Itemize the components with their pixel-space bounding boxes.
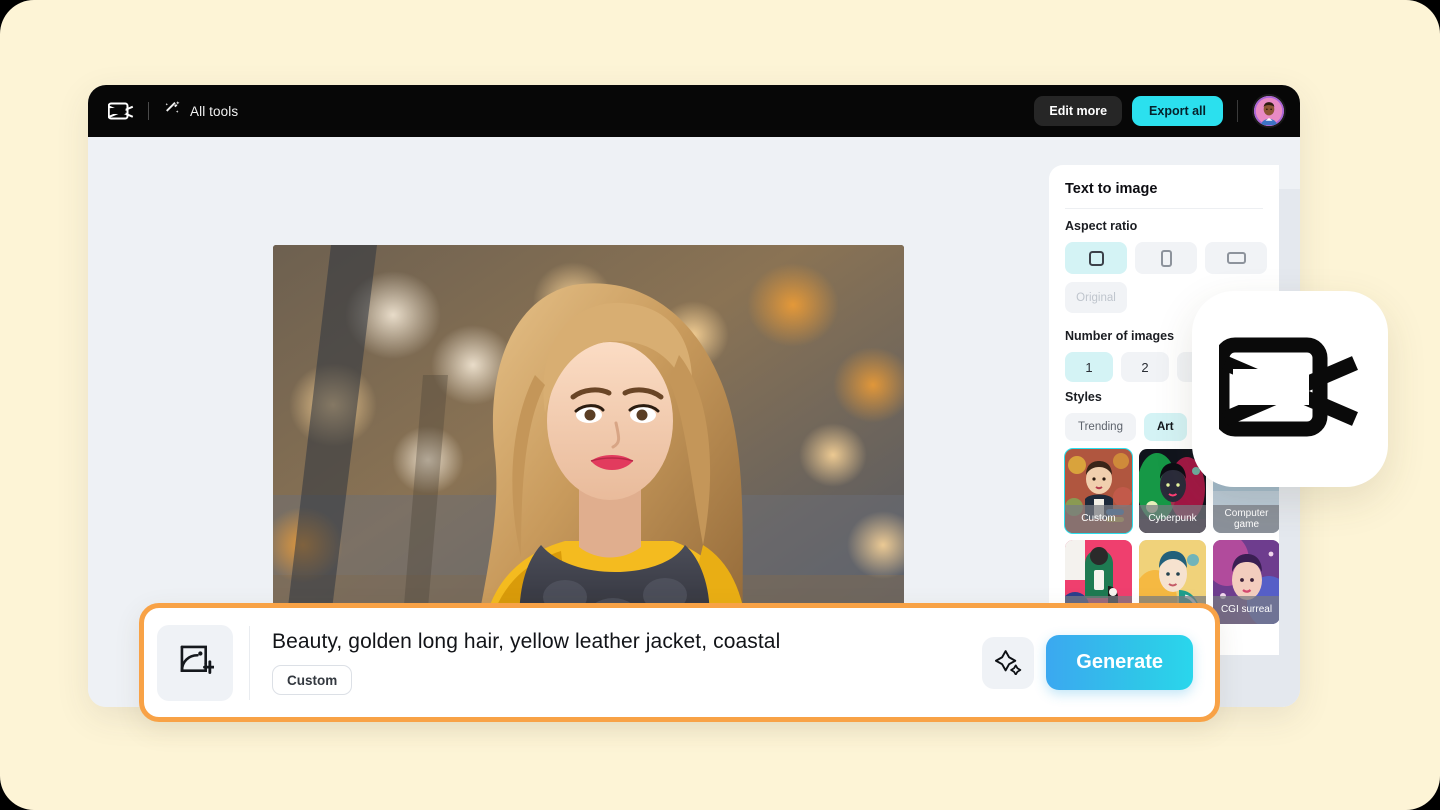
sparkle-icon: [994, 648, 1022, 678]
top-bar-right: Edit more Export all: [1034, 94, 1286, 128]
style-thumbnail-custom[interactable]: Custom: [1064, 448, 1133, 534]
styles-tab-art[interactable]: Art: [1143, 413, 1187, 441]
style-thumbnail-label: Computer game: [1213, 505, 1279, 533]
image-add-icon: [176, 641, 217, 684]
style-pill-button[interactable]: Custom: [272, 665, 353, 695]
square-icon: [1088, 250, 1104, 266]
prompt-bar: Beauty, golden long hair, yellow leather…: [139, 603, 1220, 722]
capcut-logo-card: [1192, 291, 1388, 487]
capcut-logo-icon[interactable]: [108, 101, 134, 121]
aspect-ratio-portrait-button[interactable]: [1135, 242, 1197, 274]
avatar[interactable]: [1252, 94, 1286, 128]
all-tools-label: All tools: [190, 103, 239, 119]
magic-wand-icon: [163, 100, 181, 123]
ai-enhance-button[interactable]: [982, 636, 1035, 689]
portrait-icon: [1160, 249, 1172, 267]
all-tools-button[interactable]: All tools: [163, 100, 238, 123]
top-bar-left: All tools: [108, 100, 238, 123]
image-upload-button[interactable]: [157, 624, 233, 701]
aspect-ratio-label: Aspect ratio: [1065, 219, 1138, 233]
prompt-bar-divider: [249, 625, 250, 700]
top-bar-separator: [1237, 100, 1238, 122]
top-bar: All tools Edit more Export all: [88, 85, 1300, 137]
style-thumbnail-cgi-surreal[interactable]: CGI surreal: [1213, 540, 1279, 624]
panel-divider: [1065, 208, 1263, 209]
page-root: All tools Edit more Export all Text to i…: [0, 0, 1440, 810]
style-thumbnail-label: CGI surreal: [1213, 596, 1279, 624]
generate-button[interactable]: Generate: [1046, 635, 1193, 690]
aspect-ratio-square-button[interactable]: [1065, 242, 1127, 274]
top-bar-divider: [148, 102, 149, 120]
number-of-images-option-2[interactable]: 2: [1121, 352, 1169, 382]
edit-more-button[interactable]: Edit more: [1034, 96, 1123, 126]
prompt-bar-actions: Generate: [982, 635, 1193, 690]
prompt-text-area: Beauty, golden long hair, yellow leather…: [272, 630, 982, 695]
aspect-ratio-original-button[interactable]: Original: [1065, 282, 1127, 313]
prompt-input[interactable]: Beauty, golden long hair, yellow leather…: [272, 630, 982, 654]
aspect-ratio-landscape-button[interactable]: [1205, 242, 1267, 274]
aspect-ratio-options: [1065, 242, 1279, 274]
number-of-images-option-1[interactable]: 1: [1065, 352, 1113, 382]
style-thumbnail-label: Custom: [1065, 505, 1132, 533]
capcut-logo-icon: [1214, 331, 1361, 448]
panel-title: Text to image: [1065, 181, 1158, 197]
styles-tab-trending[interactable]: Trending: [1065, 413, 1136, 441]
landscape-icon: [1226, 252, 1246, 264]
style-thumbnail-label: Cyberpunk: [1139, 505, 1206, 533]
export-all-button[interactable]: Export all: [1132, 96, 1223, 126]
